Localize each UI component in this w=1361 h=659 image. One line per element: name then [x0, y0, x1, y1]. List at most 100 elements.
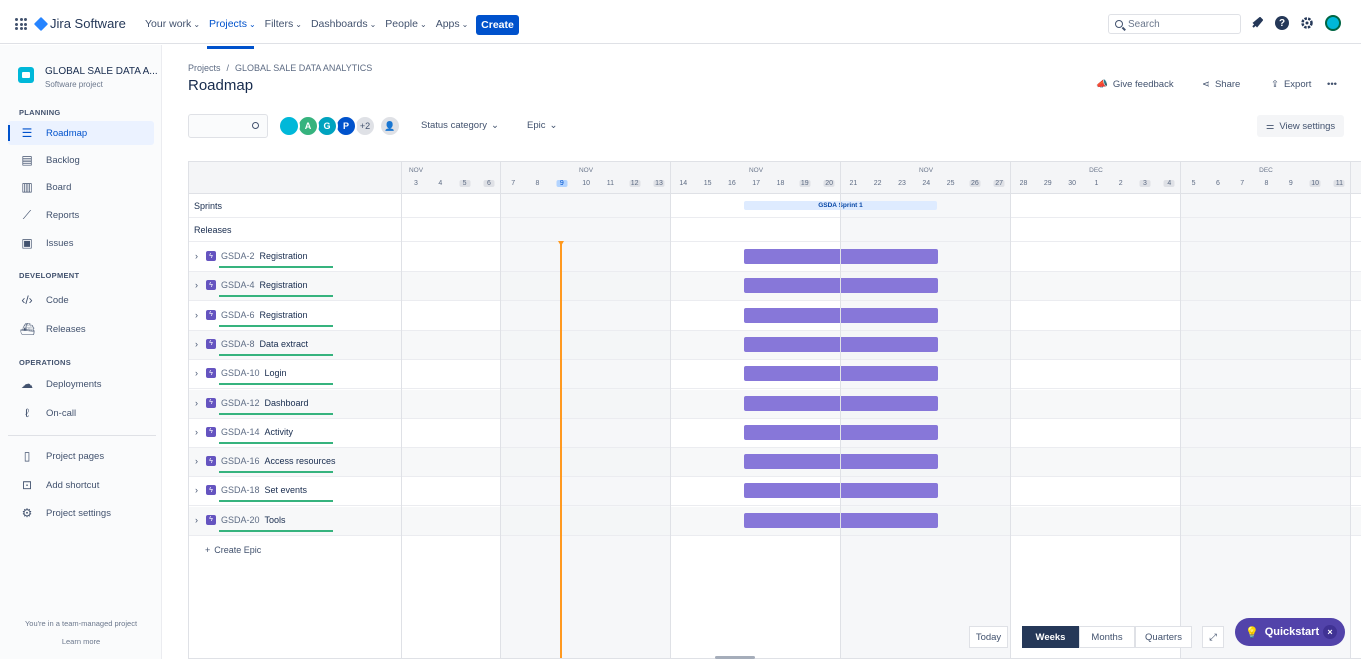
epic-row[interactable]: › ϟ GSDA-4 Registration	[189, 272, 1361, 302]
chevron-right-icon[interactable]: ›	[195, 398, 201, 408]
epic-row[interactable]: › ϟ GSDA-18 Set events	[189, 477, 1361, 507]
settings-icon[interactable]	[1299, 15, 1315, 31]
add-people-icon[interactable]: 👤	[379, 115, 401, 137]
quickstart-button[interactable]: 💡 Quickstart ×	[1235, 618, 1345, 646]
chevron-right-icon[interactable]: ›	[195, 251, 201, 261]
search-input[interactable]: Search	[1108, 14, 1241, 34]
nav-item-apps[interactable]: Apps ⌄	[436, 18, 469, 30]
epic-label[interactable]: › ϟ GSDA-18 Set events	[195, 485, 307, 496]
chevron-right-icon[interactable]: ›	[195, 485, 201, 495]
sidebar-item-project-pages[interactable]: ▯ Project pages	[8, 444, 154, 468]
sidebar-item-add-shortcut[interactable]: ⊡ Add shortcut	[8, 473, 154, 497]
nav-item-projects[interactable]: Projects ⌄	[209, 18, 256, 30]
epic-row[interactable]: › ϟ GSDA-8 Data extract	[189, 330, 1361, 360]
sidebar-item-deployments[interactable]: ☁ Deployments	[8, 372, 154, 396]
view-settings-button[interactable]: ⚌ View settings	[1257, 115, 1344, 137]
day-label: 12	[629, 180, 641, 187]
chevron-right-icon[interactable]: ›	[195, 456, 201, 466]
months-button[interactable]: Months	[1079, 626, 1135, 648]
sidebar-item-board[interactable]: ▥ Board	[8, 175, 154, 199]
project-name[interactable]: GLOBAL SALE DATA A...	[45, 66, 158, 77]
epic-timeline-bar[interactable]	[744, 366, 938, 382]
sidebar-item-roadmap[interactable]: ☰ Roadmap	[8, 121, 154, 145]
epic-timeline-bar[interactable]	[744, 483, 938, 499]
epic-row[interactable]: › ϟ GSDA-16 Access resources	[189, 448, 1361, 478]
nav-item-label: People	[385, 18, 418, 30]
epic-label[interactable]: › ϟ GSDA-12 Dashboard	[195, 397, 309, 408]
chevron-right-icon[interactable]: ›	[195, 310, 201, 320]
epic-dropdown[interactable]: Epic ⌄	[527, 120, 557, 131]
epic-label[interactable]: › ϟ GSDA-20 Tools	[195, 514, 286, 525]
epic-label[interactable]: › ϟ GSDA-6 Registration	[195, 309, 308, 320]
epic-timeline-bar[interactable]	[744, 395, 938, 411]
sidebar-item-project-settings[interactable]: ⚙ Project settings	[8, 501, 154, 525]
epic-label[interactable]: › ϟ GSDA-16 Access resources	[195, 456, 336, 467]
user-avatar[interactable]	[1325, 15, 1341, 31]
roadmap-search-input[interactable]	[188, 114, 268, 138]
close-icon[interactable]: ×	[1323, 625, 1337, 639]
chevron-right-icon[interactable]: ›	[195, 515, 201, 525]
learn-more-link[interactable]: Learn more	[0, 637, 162, 646]
sidebar-item-oncall[interactable]: ℓ On-call	[8, 401, 154, 425]
epic-row[interactable]: › ϟ GSDA-6 Registration	[189, 302, 1361, 331]
epic-row[interactable]: › ϟ GSDA-10 Login	[189, 360, 1361, 390]
epic-row[interactable]: › ϟ GSDA-2 Registration	[189, 243, 1361, 272]
project-sidebar: GLOBAL SALE DATA A... Software project P…	[0, 45, 162, 659]
epic-timeline-bar[interactable]	[744, 454, 938, 470]
chevron-right-icon[interactable]: ›	[195, 368, 201, 378]
epic-row[interactable]: › ϟ GSDA-14 Activity	[189, 419, 1361, 448]
epic-label[interactable]: › ϟ GSDA-10 Login	[195, 368, 287, 379]
nav-item-people[interactable]: People ⌄	[385, 18, 426, 30]
epic-label[interactable]: › ϟ GSDA-14 Activity	[195, 426, 293, 437]
epic-timeline-bar[interactable]	[744, 307, 938, 323]
backlog-icon: ▤	[21, 153, 33, 167]
status-category-dropdown[interactable]: Status category ⌄	[421, 120, 499, 131]
create-button[interactable]: Create	[476, 15, 519, 35]
month-label: NOV	[578, 167, 594, 174]
epic-row[interactable]: › ϟ GSDA-20 Tools	[189, 506, 1361, 536]
weeks-button[interactable]: Weeks	[1022, 626, 1079, 648]
assignee-avatar[interactable]: G	[316, 115, 338, 137]
epic-label[interactable]: › ϟ GSDA-2 Registration	[195, 251, 308, 261]
day-label: 7	[1240, 180, 1245, 187]
epic-timeline-bar[interactable]	[744, 336, 938, 352]
notifications-icon[interactable]	[1249, 15, 1265, 31]
nav-item-filters[interactable]: Filters ⌄	[265, 18, 302, 30]
help-icon[interactable]: ?	[1275, 16, 1289, 30]
nav-item-dashboards[interactable]: Dashboards ⌄	[311, 18, 376, 30]
assignee-avatar[interactable]: P	[335, 115, 357, 137]
assignee-avatar[interactable]: A	[297, 115, 319, 137]
export-button[interactable]: ⇪ Export	[1271, 79, 1311, 90]
epic-timeline-bar[interactable]	[744, 512, 938, 528]
jira-logo[interactable]: Jira Software	[33, 16, 126, 31]
assignee-avatar[interactable]	[278, 115, 300, 137]
epic-label[interactable]: › ϟ GSDA-4 Registration	[195, 280, 308, 291]
create-epic-button[interactable]: + Create Epic	[205, 545, 261, 555]
sidebar-item-backlog[interactable]: ▤ Backlog	[8, 148, 154, 172]
epic-label[interactable]: › ϟ GSDA-8 Data extract	[195, 338, 308, 349]
more-assignees-badge[interactable]: +2	[354, 115, 376, 137]
chevron-right-icon[interactable]: ›	[195, 339, 201, 349]
app-switcher-icon[interactable]	[15, 18, 27, 30]
epic-key: GSDA-6	[221, 309, 255, 320]
breadcrumb-projects[interactable]: Projects	[188, 63, 221, 73]
sidebar-item-code[interactable]: ‹/› Code	[8, 288, 154, 312]
more-actions-button[interactable]: •••	[1327, 79, 1337, 90]
chevron-right-icon[interactable]: ›	[195, 280, 201, 290]
chevron-down-icon: ⌄	[549, 120, 558, 131]
sidebar-item-reports[interactable]: ⟋ Reports	[8, 203, 154, 227]
breadcrumb-project[interactable]: GLOBAL SALE DATA ANALYTICS	[235, 63, 372, 73]
epic-timeline-bar[interactable]	[744, 249, 938, 264]
sidebar-item-releases[interactable]: ⛴ Releases	[8, 317, 154, 341]
give-feedback-button[interactable]: 📣 Give feedback	[1096, 79, 1174, 90]
today-button[interactable]: Today	[969, 626, 1008, 648]
share-button[interactable]: ⋖ Share	[1202, 79, 1240, 90]
epic-row[interactable]: › ϟ GSDA-12 Dashboard	[189, 389, 1361, 419]
epic-timeline-bar[interactable]	[744, 424, 938, 440]
quarters-button[interactable]: Quarters	[1135, 626, 1192, 648]
epic-timeline-bar[interactable]	[744, 278, 938, 294]
sidebar-item-issues[interactable]: ▣ Issues	[8, 231, 154, 255]
nav-item-your-work[interactable]: Your work ⌄	[145, 18, 200, 30]
expand-icon[interactable]: ⤢	[1202, 626, 1224, 648]
chevron-right-icon[interactable]: ›	[195, 427, 201, 437]
